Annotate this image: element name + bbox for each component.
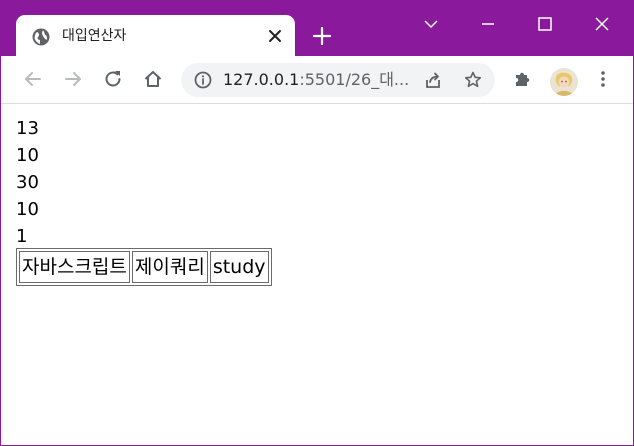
table-cell: 제이쿼리 (131, 251, 208, 283)
star-icon[interactable] (463, 70, 483, 90)
browser-window: 대입연산자 127.0.0.1:5501/26_대... 13 10 30 10… (0, 0, 634, 446)
avatar[interactable] (550, 68, 578, 96)
page-content: 13 10 30 10 1 자바스크립트 제이쿼리 study (1, 104, 633, 445)
home-icon[interactable] (142, 68, 164, 90)
table-cell: study (209, 251, 269, 283)
maximize-icon[interactable] (532, 11, 558, 37)
puzzle-icon[interactable] (512, 68, 534, 90)
share-icon[interactable] (423, 70, 443, 90)
plus-icon[interactable] (311, 25, 333, 47)
reload-icon[interactable] (102, 68, 124, 90)
output-line-4: 10 (16, 199, 39, 220)
output-line-3: 30 (16, 172, 39, 193)
chevron-down-icon[interactable] (418, 11, 444, 37)
toolbar: 127.0.0.1:5501/26_대... (1, 56, 633, 104)
minimize-icon[interactable] (475, 11, 501, 37)
arrow-left-icon[interactable] (22, 68, 44, 90)
output-line-1: 13 (16, 118, 39, 139)
profile-picture-icon (550, 68, 578, 96)
close-window-icon[interactable] (589, 11, 615, 37)
url-host: 127.0.0.1 (223, 70, 300, 89)
output-table: 자바스크립트 제이쿼리 study (16, 248, 272, 286)
arrow-right-icon[interactable] (62, 68, 84, 90)
address-bar[interactable]: 127.0.0.1:5501/26_대... (181, 63, 495, 97)
tab-title: 대입연산자 (62, 28, 127, 44)
url-path: :5501/26_대... (299, 70, 410, 89)
kebab-menu-icon[interactable] (592, 68, 614, 90)
globe-icon (32, 28, 50, 46)
output-line-5: 1 (16, 226, 28, 247)
url-text[interactable]: 127.0.0.1:5501/26_대... (223, 70, 409, 90)
close-icon[interactable] (266, 27, 284, 45)
table-cell: 자바스크립트 (19, 251, 130, 283)
output-line-2: 10 (16, 145, 39, 166)
browser-tab[interactable]: 대입연산자 (16, 15, 295, 56)
info-icon[interactable] (194, 71, 212, 89)
title-bar: 대입연산자 (1, 1, 633, 56)
